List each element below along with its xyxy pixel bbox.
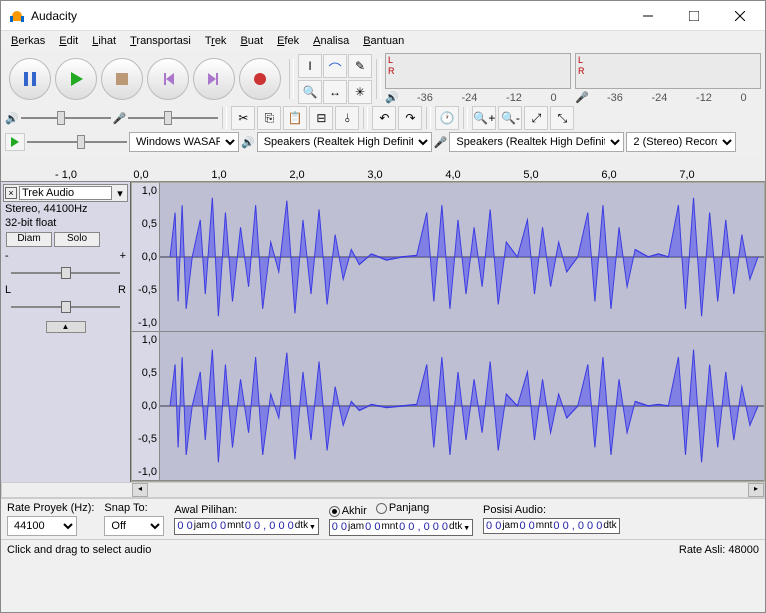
trim-button[interactable]: ⊟ [309,106,333,130]
play-meter[interactable]: LR [575,53,761,89]
scroll-right-button[interactable]: ▸ [748,483,764,497]
play-at-speed-button[interactable] [5,133,25,151]
record-button[interactable] [239,58,281,100]
draw-tool[interactable]: ✎ [348,54,372,78]
track-name[interactable]: Trek Audio [19,186,112,200]
project-rate-select[interactable]: 44100 [7,516,77,536]
window-title: Audacity [31,9,625,23]
undo-button[interactable]: ↶ [372,106,396,130]
speaker-icon: 🔊 [385,91,399,104]
stop-button[interactable] [101,58,143,100]
envelope-tool[interactable] [323,54,347,78]
title-bar: Audacity [1,1,765,31]
output-device-icon: 🔊 [241,136,255,149]
y-scale-left: 1,00,50,0-0,5-1,0 [132,183,160,331]
transport-toolbar [5,54,285,104]
scroll-left-button[interactable]: ◂ [132,483,148,497]
snap-to-label: Snap To: [104,502,164,514]
play-button[interactable] [55,58,97,100]
skip-start-button[interactable] [147,58,189,100]
mute-button[interactable]: Diam [6,232,52,247]
silence-button[interactable]: ⫰ [335,106,359,130]
skip-end-button[interactable] [193,58,235,100]
status-message: Click and drag to select audio [7,544,151,556]
zoom-tool[interactable]: 🔍 [298,80,322,104]
menu-bantuan[interactable]: Bantuan [357,33,410,49]
minimize-button[interactable] [625,1,671,31]
record-volume-slider[interactable] [128,109,218,127]
audio-host-select[interactable]: Windows WASAP [129,132,239,152]
pan-slider[interactable] [3,297,128,317]
snap-to-select[interactable]: Off [104,516,164,536]
menu-berkas[interactable]: Berkas [5,33,51,49]
playback-vol-icon: 🔊 [5,112,19,125]
track-menu-button[interactable]: ▾ [114,187,126,200]
fit-selection-button[interactable]: ⤢ [524,106,548,130]
pause-button[interactable] [9,58,51,100]
selection-start-time[interactable]: 0 0jam0 0mnt0 0 , 0 0 0dtk▾ [174,518,318,535]
output-device-select[interactable]: Speakers (Realtek High Definit [257,132,432,152]
track-close-button[interactable]: × [5,187,17,199]
audio-position-time[interactable]: 0 0jam0 0mnt0 0 , 0 0 0dtk [483,518,620,534]
timeline-ruler[interactable]: - 1,0 0,0 1,0 2,0 3,0 4,0 5,0 6,0 7,0 [1,156,765,182]
menu-trek[interactable]: Trek [199,33,233,49]
mic-icon: 🎤 [575,91,589,104]
input-device-select[interactable]: Speakers (Realtek High Definit [449,132,624,152]
copy-button[interactable]: ⎘ [257,106,281,130]
waveform-left-channel[interactable] [160,183,764,331]
sync-lock-button[interactable]: 🕐 [435,106,459,130]
cut-button[interactable]: ✂ [231,106,255,130]
selection-tool[interactable]: I [298,54,322,78]
track-collapse-button[interactable]: ▲ [46,321,86,333]
actual-rate: Rate Asli: 48000 [679,544,759,556]
record-vol-icon: 🎤 [113,112,127,125]
playback-volume-slider[interactable] [21,109,111,127]
menu-lihat[interactable]: Lihat [86,33,122,49]
menu-buat[interactable]: Buat [234,33,269,49]
play-speed-slider[interactable] [27,133,127,151]
waveform-right-channel[interactable] [160,332,764,480]
fit-project-button[interactable]: ⤡ [550,106,574,130]
track-format: Stereo, 44100Hz [3,202,128,216]
gain-slider[interactable] [3,263,128,283]
app-icon [9,8,25,24]
waveform-display[interactable]: 1,00,50,0-0,5-1,0 1,00,50,0-0,5-1,0 [131,182,765,482]
selection-end-radio[interactable]: Akhir [329,505,367,517]
solo-button[interactable]: Solo [54,232,100,247]
y-scale-right: 1,00,50,0-0,5-1,0 [132,332,160,480]
multi-tool[interactable]: ✳ [348,80,372,104]
zoom-in-button[interactable]: 🔍+ [472,106,496,130]
project-rate-label: Rate Proyek (Hz): [7,502,94,514]
horizontal-scrollbar[interactable]: ◂ ▸ [1,482,765,498]
status-bar: Click and drag to select audio Rate Asli… [1,539,765,559]
input-device-icon: 🎤 [434,136,448,149]
menu-efek[interactable]: Efek [271,33,305,49]
menu-bar: Berkas Edit Lihat Transportasi Trek Buat… [1,31,765,51]
maximize-button[interactable] [671,1,717,31]
channels-select[interactable]: 2 (Stereo) Record [626,132,736,152]
menu-transportasi[interactable]: Transportasi [124,33,197,49]
paste-button[interactable]: 📋 [283,106,307,130]
track-depth: 32-bit float [3,216,128,230]
zoom-out-button[interactable]: 🔍- [498,106,522,130]
timeshift-tool[interactable]: ↔ [323,80,347,104]
selection-start-label: Awal Pilihan: [174,504,318,516]
menu-edit[interactable]: Edit [53,33,84,49]
selection-toolbar: Rate Proyek (Hz): 44100 Snap To: Off Awa… [1,498,765,539]
menu-analisa[interactable]: Analisa [307,33,355,49]
selection-end-time[interactable]: 0 0jam0 0mnt0 0 , 0 0 0dtk▾ [329,519,473,536]
selection-length-radio[interactable]: Panjang [376,502,429,514]
record-meter[interactable]: LR [385,53,571,89]
audio-position-label: Posisi Audio: [483,504,620,516]
track-control-panel: × Trek Audio ▾ Stereo, 44100Hz 32-bit fl… [1,182,131,482]
track-area: × Trek Audio ▾ Stereo, 44100Hz 32-bit fl… [1,182,765,482]
redo-button[interactable]: ↷ [398,106,422,130]
close-button[interactable] [717,1,763,31]
